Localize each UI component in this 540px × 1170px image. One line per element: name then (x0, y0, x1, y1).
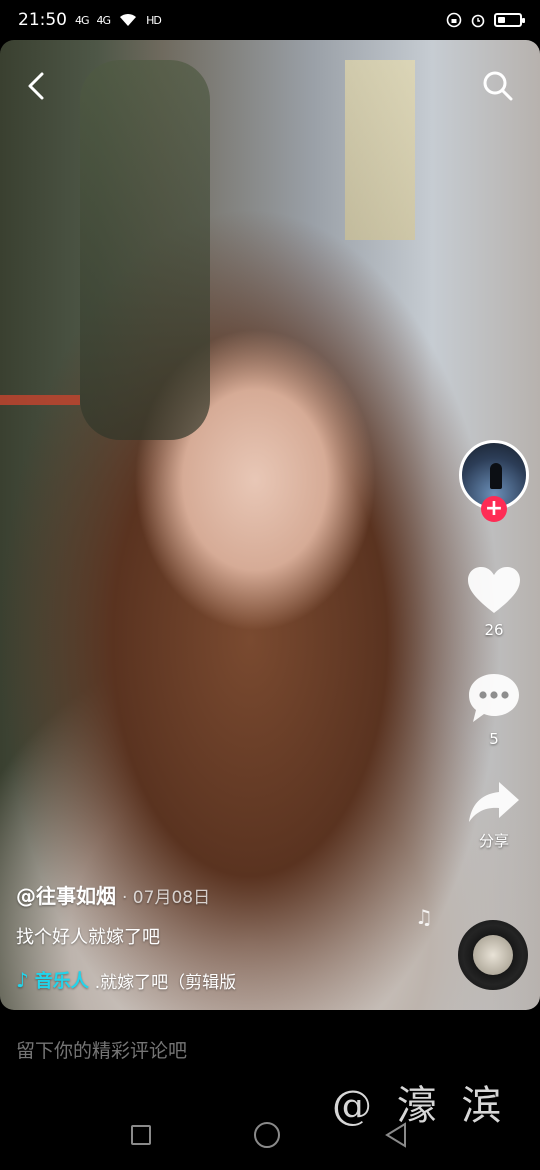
status-time: 21:50 (18, 10, 67, 30)
background-plant (80, 60, 210, 440)
alarm-icon (471, 14, 485, 28)
comment-count: 5 (489, 730, 499, 748)
back-button[interactable] (16, 66, 56, 106)
background-rail (0, 395, 80, 405)
back-nav-button[interactable] (383, 1122, 409, 1148)
disc-cover (473, 935, 513, 975)
music-link[interactable]: ♪ 音乐人 .就嫁了吧（剪辑版 (16, 967, 306, 993)
hd-badge: HD (146, 13, 162, 27)
comment-input[interactable] (16, 1040, 316, 1062)
heart-icon (468, 567, 520, 613)
lock-rotation-icon (446, 12, 462, 28)
music-disc[interactable] (458, 920, 528, 990)
back-icon (28, 72, 44, 100)
floating-notes-icon: ♫ (415, 905, 433, 929)
recents-button[interactable] (131, 1125, 152, 1145)
music-title: .就嫁了吧（剪辑版 (94, 972, 237, 993)
author-avatar-group[interactable]: + (459, 440, 529, 522)
follow-button[interactable]: + (481, 496, 507, 522)
comment-button[interactable]: 5 (464, 672, 524, 748)
status-bar: 21:50 4G 4G HD (0, 0, 540, 40)
system-nav-bar (0, 1100, 540, 1170)
share-button[interactable]: 分享 (464, 780, 524, 851)
comment-icon (469, 674, 519, 722)
like-count: 26 (484, 621, 504, 639)
video-info: @往事如烟 · 07月08日 找个好人就嫁了吧 ♪ 音乐人 .就嫁了吧（剪辑版 (16, 880, 416, 993)
search-icon (483, 71, 513, 101)
like-button[interactable]: 26 (464, 565, 524, 639)
post-date: · 07月08日 (122, 888, 211, 908)
music-note-icon: ♪ (16, 968, 29, 992)
home-button[interactable] (253, 1122, 280, 1148)
author-name[interactable]: @往事如烟 (16, 880, 116, 909)
music-label: 音乐人 (34, 971, 89, 992)
video-player[interactable] (0, 40, 540, 1010)
share-label: 分享 (478, 832, 509, 850)
plus-icon: + (484, 496, 504, 521)
video-caption: 找个好人就嫁了吧 (16, 927, 160, 948)
search-button[interactable] (478, 66, 518, 106)
background-shelf (345, 60, 415, 240)
signal-icon-2: 4G (96, 13, 111, 27)
signal-icon: 4G (75, 13, 89, 27)
share-icon (469, 782, 519, 822)
wifi-icon (120, 13, 137, 26)
battery-icon (494, 13, 525, 27)
